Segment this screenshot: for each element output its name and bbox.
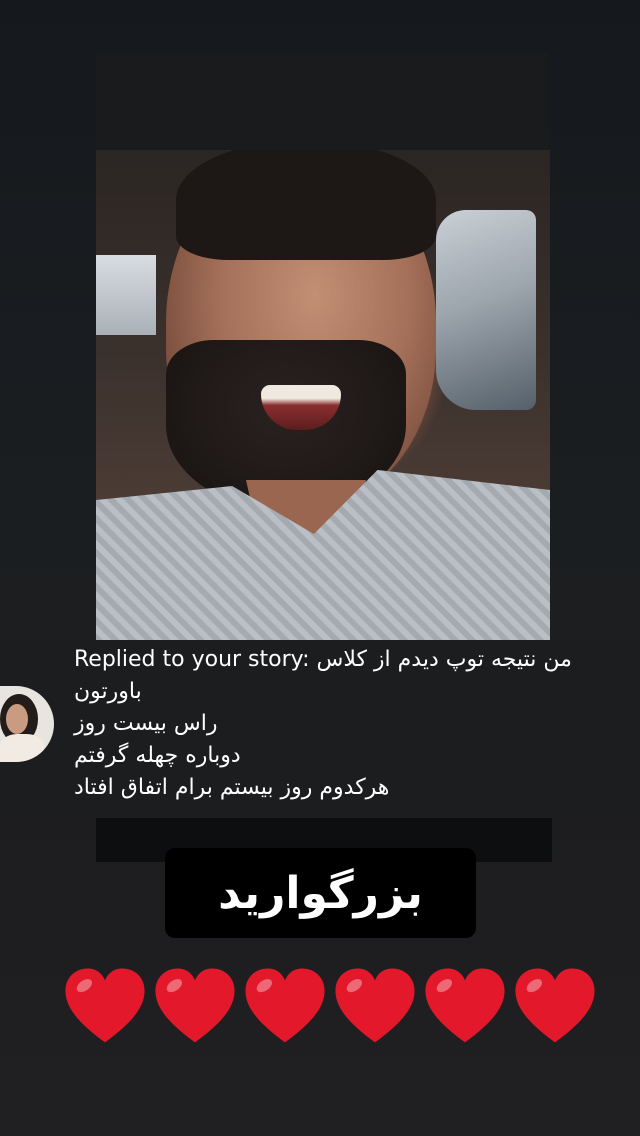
story-photo[interactable]: [96, 150, 550, 640]
red-heart-icon: [425, 968, 505, 1043]
reply-prefix: Replied to your story:: [74, 647, 310, 672]
red-heart-icon: [65, 968, 145, 1043]
avatar-body: [0, 734, 44, 762]
hearts-row: [62, 962, 598, 1054]
red-heart-icon: [245, 968, 325, 1043]
hair: [176, 150, 436, 260]
red-heart-icon: [335, 968, 415, 1043]
rear-window: [96, 255, 156, 335]
caption-box: بزرگوارید: [165, 848, 476, 938]
caption-text: بزرگوارید: [218, 867, 423, 919]
reply-line-1: Replied to your story: من نتیجه توپ دیدم…: [74, 644, 572, 676]
red-heart-icon: [155, 968, 235, 1043]
reply-line-4: دوباره چهله گرفتم: [74, 743, 241, 768]
reply-line-3: راس بیست روز: [74, 711, 218, 736]
avatar-face: [6, 704, 28, 734]
reply-line-5: هرکدوم روز بیستم برام اتفاق افتاد: [74, 775, 390, 800]
reply-text-1: من نتیجه توپ دیدم از کلاس: [316, 647, 572, 672]
red-heart-icon: [515, 968, 595, 1043]
reply-line-2: باورتون: [74, 679, 142, 704]
car-window: [436, 210, 536, 410]
